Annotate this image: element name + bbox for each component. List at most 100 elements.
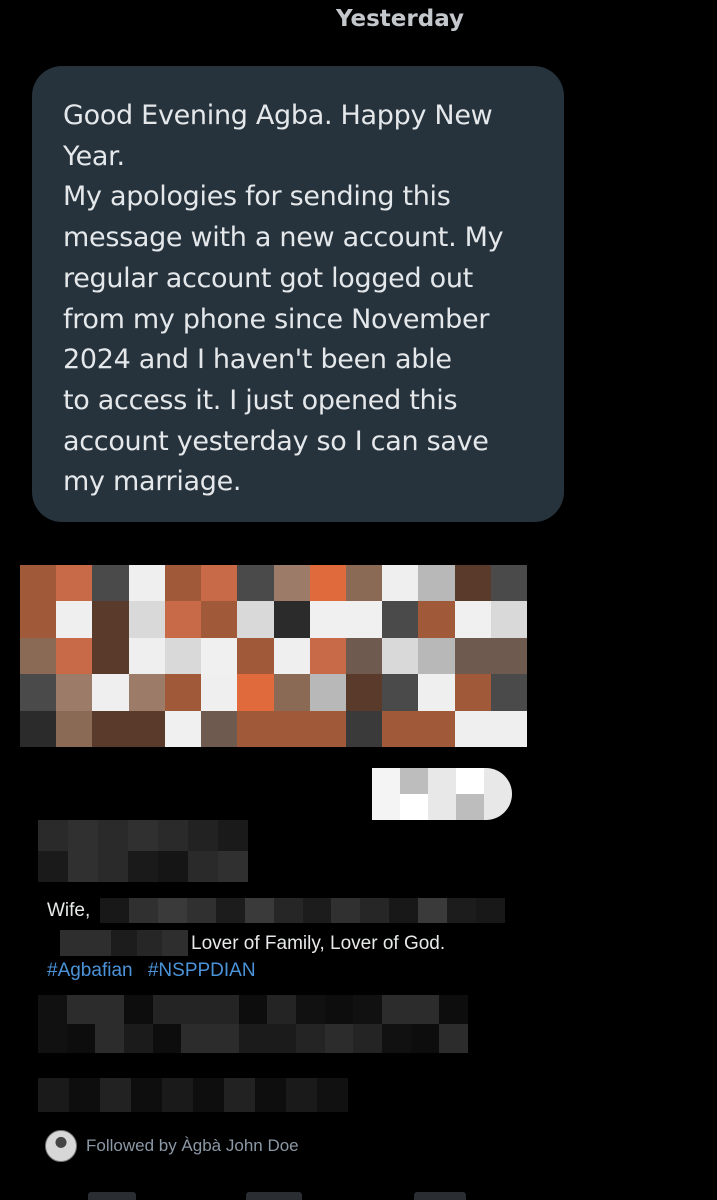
mosaic-cell <box>201 637 238 675</box>
tab-media[interactable] <box>414 1192 466 1200</box>
hashtag-row: #Agbafian #NSPPDIAN <box>47 960 266 982</box>
mosaic-cell <box>68 820 98 851</box>
mosaic-cell <box>447 898 477 923</box>
mosaic-cell <box>158 820 188 851</box>
mosaic-cell <box>360 898 390 923</box>
message-bubble[interactable]: Good Evening Agba. Happy New Year. My ap… <box>32 66 564 522</box>
message-line: regular account got logged out <box>63 262 473 294</box>
mosaic-cell <box>128 851 158 882</box>
redacted-banner-image[interactable] <box>20 565 527 747</box>
mosaic-cell <box>382 601 419 638</box>
mosaic-cell <box>157 898 187 923</box>
mosaic-cell <box>317 1078 348 1112</box>
message-text: Good Evening Agba. Happy New Year. My ap… <box>63 96 544 503</box>
mosaic-cell <box>92 565 129 602</box>
mosaic-cell <box>295 995 325 1024</box>
mosaic-cell <box>255 1078 286 1112</box>
mosaic-cell <box>238 995 268 1024</box>
mosaic-cell <box>345 601 383 638</box>
mosaic-cell <box>309 565 346 602</box>
mosaic-cell <box>439 1024 468 1053</box>
redacted-profile-meta <box>38 995 468 1053</box>
mosaic-cell <box>454 565 491 602</box>
mosaic-cell <box>100 1078 131 1112</box>
mosaic-cell <box>382 710 419 747</box>
mosaic-cell <box>456 794 484 820</box>
avatar <box>45 1130 77 1162</box>
mosaic-cell <box>95 995 124 1024</box>
hashtag-link[interactable]: #Agbafian <box>47 960 133 981</box>
mosaic-cell <box>237 601 274 638</box>
mosaic-cell <box>152 995 182 1024</box>
mosaic-cell <box>389 898 419 923</box>
mosaic-cell <box>123 1024 153 1053</box>
mosaic-cell <box>56 565 93 602</box>
mosaic-cell <box>162 930 188 956</box>
mosaic-cell <box>128 710 165 747</box>
message-line: to access it. I just opened this <box>63 384 458 416</box>
mosaic-cell <box>286 1078 317 1112</box>
mosaic-cell <box>418 637 455 675</box>
mosaic-cell <box>164 674 202 711</box>
mosaic-cell <box>273 898 303 923</box>
mosaic-cell <box>56 674 93 711</box>
message-line: Good Evening Agba. Happy New <box>63 100 493 131</box>
redacted-profile-stats <box>38 1078 348 1112</box>
mosaic-cell <box>302 898 332 923</box>
mosaic-cell <box>484 768 512 794</box>
mosaic-cell <box>418 565 455 602</box>
mosaic-cell <box>20 637 57 675</box>
followed-by-text: Followed by Àgbà John Doe <box>86 1136 299 1155</box>
tab-replies[interactable] <box>246 1192 302 1200</box>
hashtag-link[interactable]: #NSPPDIAN <box>148 960 256 981</box>
mosaic-cell <box>98 851 128 882</box>
mosaic-cell <box>273 601 310 638</box>
mosaic-cell <box>60 930 86 956</box>
redacted-bio-text <box>60 930 188 956</box>
mosaic-cell <box>428 794 456 820</box>
mosaic-cell <box>418 674 455 711</box>
mosaic-cell <box>123 995 153 1024</box>
mosaic-cell <box>188 851 218 882</box>
mosaic-cell <box>128 565 165 602</box>
mosaic-cell <box>345 637 383 675</box>
mosaic-cell <box>201 565 238 602</box>
mosaic-cell <box>164 601 202 638</box>
mosaic-cell <box>38 995 67 1024</box>
bio-prefix: Wife, <box>47 900 91 921</box>
mosaic-cell <box>131 1078 162 1112</box>
mosaic-cell <box>237 565 274 602</box>
mosaic-cell <box>100 898 129 923</box>
mosaic-cell <box>372 768 400 794</box>
mosaic-cell <box>345 565 383 602</box>
mosaic-cell <box>38 851 68 882</box>
mosaic-cell <box>158 851 188 882</box>
mosaic-cell <box>56 637 93 675</box>
mosaic-cell <box>238 1024 268 1053</box>
mosaic-cell <box>193 1078 224 1112</box>
mosaic-cell <box>382 637 419 675</box>
mosaic-cell <box>490 674 527 711</box>
mosaic-cell <box>20 710 57 747</box>
mosaic-cell <box>92 710 129 747</box>
redacted-bio-text <box>100 898 505 923</box>
mosaic-cell <box>98 820 128 851</box>
mosaic-cell <box>38 820 68 851</box>
message-line: 2024 and I haven't been able <box>63 344 452 376</box>
mosaic-cell <box>237 637 274 675</box>
redacted-action-button[interactable] <box>372 768 512 820</box>
mosaic-cell <box>418 710 455 747</box>
mosaic-cell <box>95 1024 124 1053</box>
profile-tabs <box>0 1192 717 1200</box>
tab-posts[interactable] <box>88 1192 136 1200</box>
followed-by-row[interactable]: Followed by Àgbà John Doe <box>45 1130 299 1162</box>
mosaic-cell <box>353 995 382 1024</box>
mosaic-cell <box>418 898 448 923</box>
mosaic-cell <box>345 710 383 747</box>
mosaic-cell <box>309 637 346 675</box>
message-line: Year. <box>63 140 125 172</box>
redacted-profile-name <box>38 820 248 882</box>
mosaic-cell <box>164 710 202 747</box>
mosaic-cell <box>454 601 491 638</box>
mosaic-cell <box>218 820 248 851</box>
